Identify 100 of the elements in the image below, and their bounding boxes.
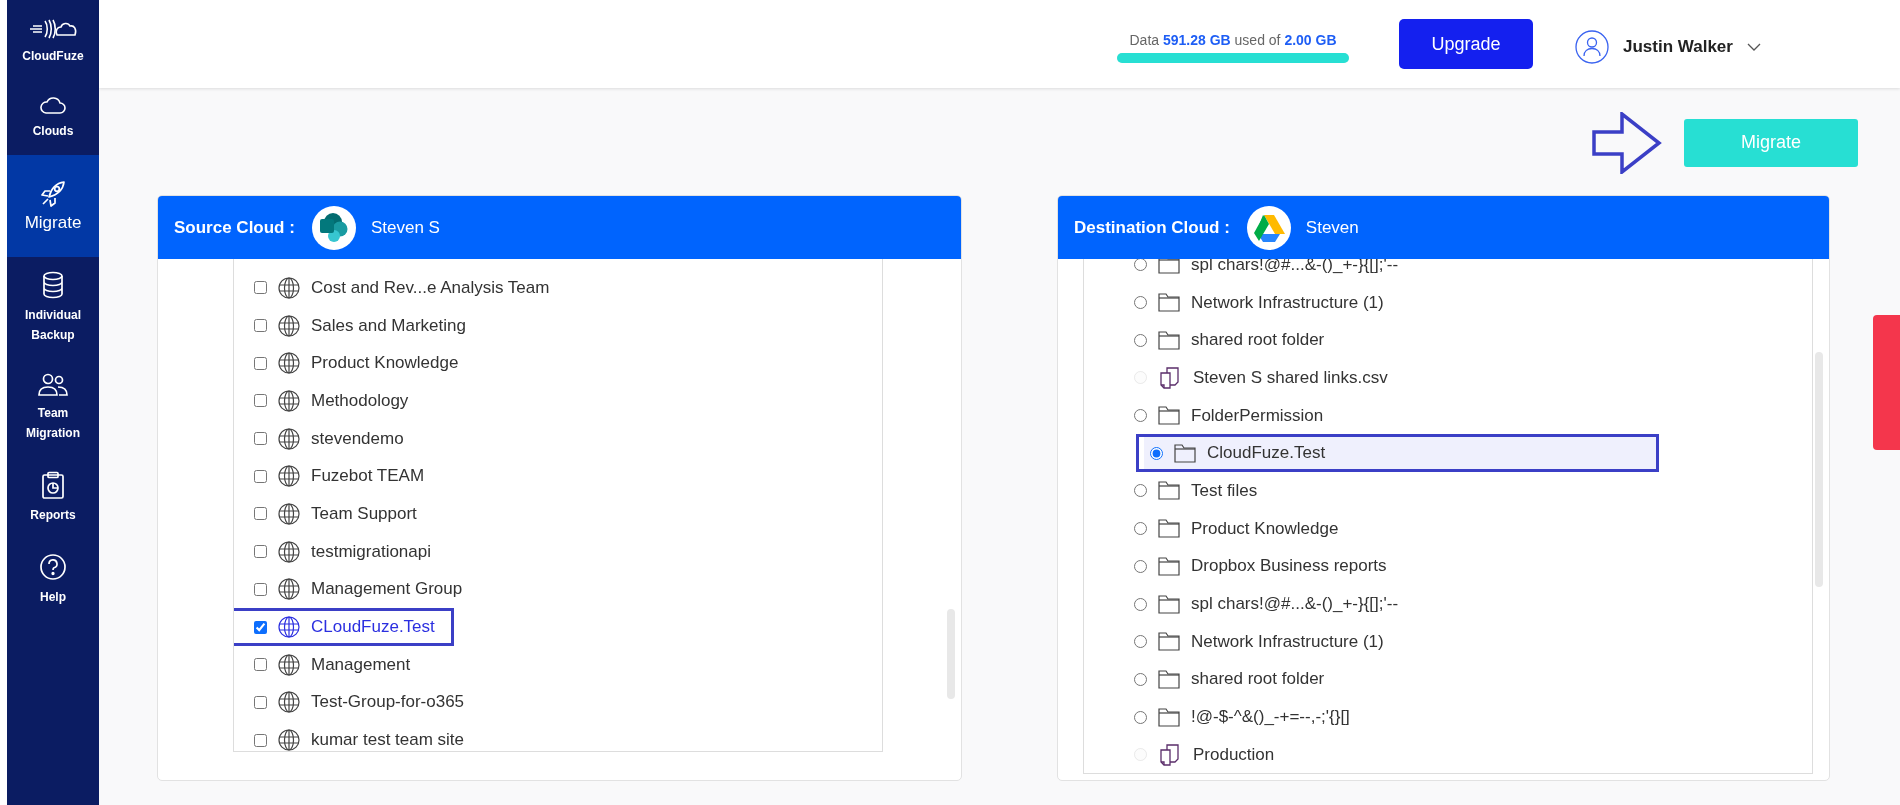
globe-icon	[278, 276, 300, 299]
radio-button[interactable]	[1134, 484, 1147, 498]
folder-row[interactable]: Network Infrastructure (1)	[1084, 622, 1812, 661]
folder-icon	[1158, 519, 1180, 539]
folder-row[interactable]: Dropbox Business reports	[1084, 547, 1812, 586]
folder-row[interactable]: FolderPermission	[1084, 396, 1812, 435]
globe-icon	[278, 502, 300, 525]
globe-icon	[278, 691, 300, 714]
site-row[interactable]: Cost and Rev...e Analysis Team	[234, 269, 882, 307]
folder-row[interactable]: Network Infrastructure (1)	[1084, 283, 1812, 322]
site-row[interactable]: Management	[234, 645, 882, 684]
globe-icon	[278, 352, 300, 375]
checkbox[interactable]	[254, 733, 267, 747]
radio-button[interactable]	[1134, 597, 1147, 611]
nav-item[interactable]: Migrate	[7, 155, 99, 257]
folder-icon	[1158, 406, 1180, 426]
panel-title: Source Cloud :	[174, 217, 295, 238]
folder-row[interactable]: spl chars!@#...&-()_+-}{[];'--	[1084, 585, 1812, 623]
site-row[interactable]: Test-Group-for-o365	[234, 683, 882, 722]
globe-icon	[278, 465, 300, 488]
checkbox[interactable]	[254, 695, 267, 709]
site-row[interactable]: Product Knowledge	[234, 344, 882, 383]
site-row[interactable]: Fuzebot TEAM	[234, 457, 882, 496]
rocket-icon	[39, 179, 67, 207]
folder-icon	[1158, 594, 1180, 614]
file-row[interactable]: Production	[1084, 735, 1812, 773]
radio-button[interactable]	[1134, 259, 1147, 272]
folder-icon	[1158, 330, 1180, 350]
user-name[interactable]: Justin Walker	[1623, 37, 1733, 57]
radio-button[interactable]	[1134, 559, 1147, 573]
folder-icon	[1158, 259, 1180, 275]
radio-button[interactable]	[1134, 409, 1147, 423]
cloud-logo-icon	[1245, 204, 1292, 251]
cloud-logo-icon	[310, 204, 357, 251]
checkbox[interactable]	[254, 319, 267, 333]
checkbox[interactable]	[254, 545, 267, 559]
chevron-down-icon[interactable]	[1746, 43, 1761, 51]
site-row[interactable]: kumar test team site	[234, 721, 882, 751]
globe-icon	[278, 314, 300, 337]
radio-button[interactable]	[1150, 446, 1163, 460]
globe-icon	[278, 653, 300, 676]
site-row[interactable]: testmigrationapi	[234, 532, 882, 571]
brand-name: CloudFuze	[22, 49, 84, 63]
globe-icon	[278, 578, 300, 601]
globe-icon	[278, 427, 300, 450]
cloud-icon	[40, 95, 66, 115]
site-row[interactable]: Management Group	[234, 570, 882, 609]
globe-icon	[278, 616, 300, 639]
site-row[interactable]: stevendemo	[234, 419, 882, 458]
logo-icon	[28, 17, 78, 41]
site-row[interactable]: Methodology	[234, 382, 882, 420]
documents-icon	[1158, 742, 1182, 767]
folder-icon	[1158, 293, 1180, 313]
file-row[interactable]: Steven S shared links.csv	[1084, 359, 1812, 397]
nav-item[interactable]: Reports	[7, 457, 99, 539]
folder-row[interactable]: CloudFuze.Test	[1136, 434, 1659, 473]
radio-button[interactable]	[1134, 522, 1147, 536]
radio-button[interactable]	[1134, 333, 1147, 347]
folder-row[interactable]: shared root folder	[1084, 660, 1812, 699]
nav-item[interactable]: Help	[7, 539, 99, 621]
database-icon	[42, 271, 64, 299]
nav-item[interactable]: Clouds	[7, 77, 99, 155]
checkbox[interactable]	[254, 582, 267, 596]
checkbox[interactable]	[254, 432, 267, 446]
radio-button[interactable]	[1134, 710, 1147, 724]
radio-button[interactable]	[1134, 672, 1147, 686]
folder-row[interactable]: !@-$-^&()_-+=--,-;'{}[]	[1084, 698, 1812, 736]
checkbox[interactable]	[254, 394, 267, 408]
avatar-icon	[1575, 30, 1609, 64]
storage-usage-text: Data 591.28 GB used of 2.00 GB	[1128, 31, 1338, 48]
folder-icon	[1158, 632, 1180, 652]
upgrade-button[interactable]: Upgrade	[1399, 19, 1533, 69]
globe-icon	[278, 389, 300, 412]
documents-icon	[1158, 365, 1182, 390]
globe-icon	[278, 540, 300, 563]
nav-item[interactable]: Team Migration	[7, 359, 99, 457]
radio-button[interactable]	[1134, 296, 1147, 310]
folder-icon	[1174, 443, 1196, 463]
folder-row[interactable]: Product Knowledge	[1084, 509, 1812, 548]
checkbox[interactable]	[254, 658, 267, 672]
checkbox[interactable]	[254, 469, 267, 483]
checkbox[interactable]	[254, 356, 267, 370]
globe-icon	[278, 729, 300, 751]
people-icon	[38, 373, 68, 397]
folder-row[interactable]: Test files	[1084, 472, 1812, 510]
checkbox[interactable]	[254, 507, 267, 521]
site-row[interactable]: CLoudFuze.Test	[234, 608, 454, 646]
folder-icon	[1158, 556, 1180, 576]
folder-icon	[1158, 481, 1180, 501]
checkbox[interactable]	[254, 281, 267, 295]
folder-icon	[1158, 707, 1180, 727]
site-row[interactable]: Team Support	[234, 495, 882, 533]
account-name: Steven	[1305, 217, 1359, 238]
site-row[interactable]: Sales and Marketing	[234, 306, 882, 345]
radio-button[interactable]	[1134, 635, 1147, 649]
arrow-right-icon	[1592, 111, 1662, 174]
nav-item[interactable]: Individual Backup	[7, 257, 99, 359]
panel-title: Destination Cloud :	[1074, 217, 1230, 238]
folder-row[interactable]: shared root folder	[1084, 321, 1812, 360]
checkbox[interactable]	[254, 620, 267, 634]
